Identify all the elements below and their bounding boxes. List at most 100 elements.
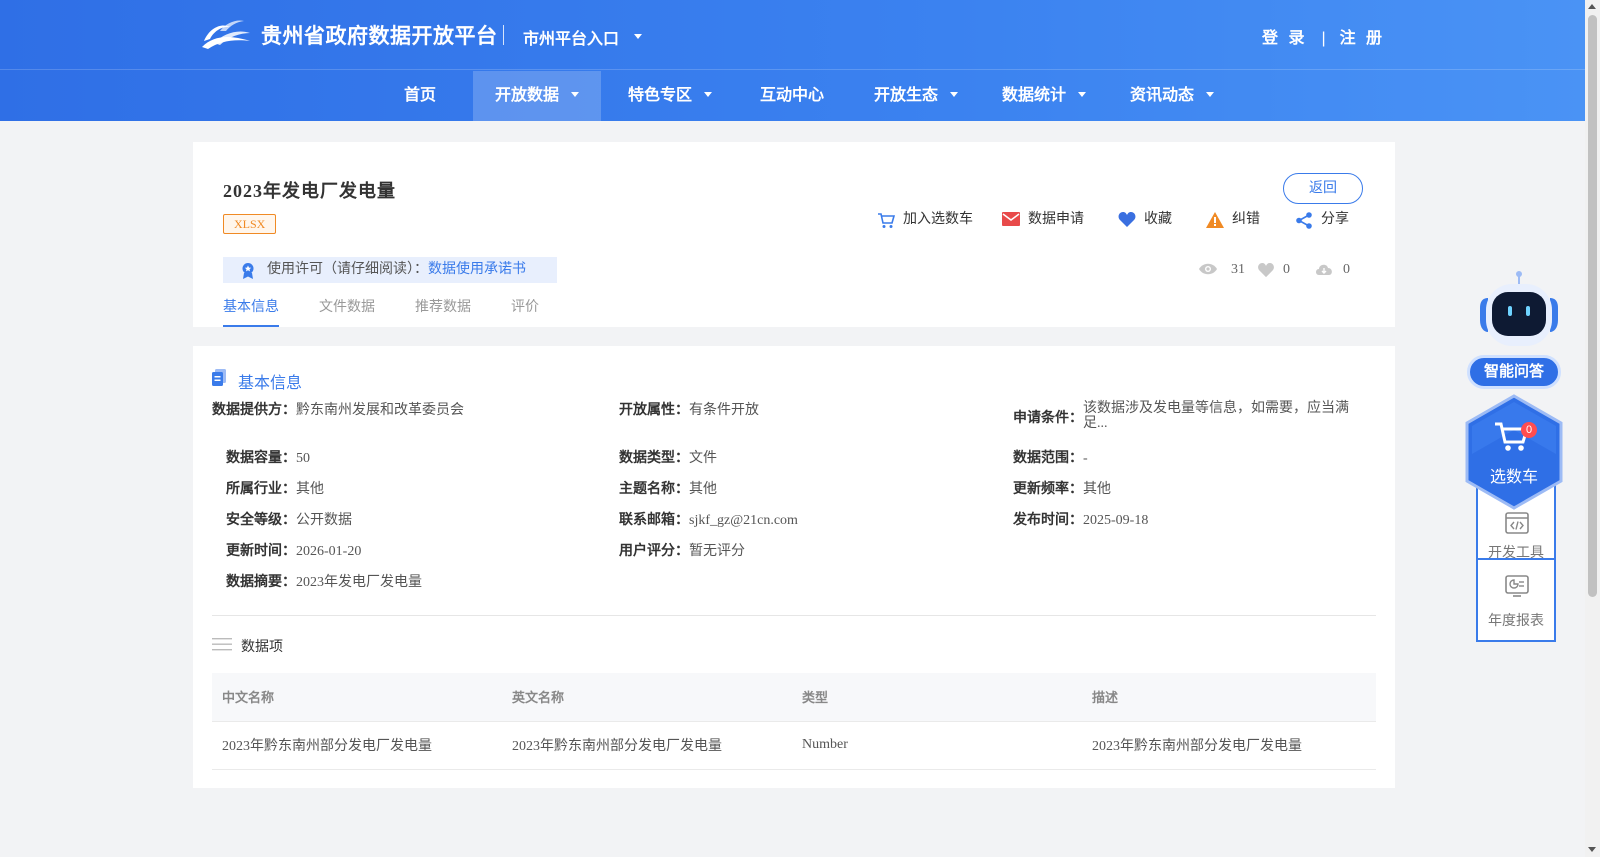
column-header: 描述 — [1082, 673, 1376, 721]
field-industry: 所属行业：其他 — [226, 480, 324, 498]
field-label: 发布时间： — [1013, 511, 1083, 527]
eye-icon — [1199, 263, 1217, 275]
views-count: 31 — [1231, 262, 1245, 277]
scroll-up-arrow-icon[interactable] — [1588, 4, 1596, 9]
field-value: 有条件开放 — [689, 403, 759, 418]
field-label: 安全等级： — [226, 511, 296, 527]
field-email: 联系邮箱：sjkf_gz@21cn.com — [619, 511, 798, 529]
field-capacity: 数据容量：50 — [226, 449, 310, 467]
field-open-attr: 开放属性：有条件开放 — [619, 401, 759, 419]
cart-hexagon-button[interactable] — [1464, 394, 1564, 510]
field-value: 50 — [296, 451, 310, 466]
field-value: 暂无评分 — [689, 544, 745, 559]
document-icon — [212, 369, 226, 386]
nav-label: 数据统计 — [1001, 87, 1066, 104]
chevron-down-icon — [571, 92, 579, 98]
city-platform-label: 市州平台入口 — [523, 31, 620, 48]
tab-file-data[interactable]: 文件数据 — [319, 296, 375, 327]
field-value: 该数据涉及发电量等信息，如需要，应当满足... — [1083, 401, 1349, 431]
column-header: 英文名称 — [502, 673, 792, 721]
report-chart-icon — [1505, 575, 1529, 597]
annual-report-button[interactable]: 年度报表 — [1476, 558, 1556, 642]
field-value: 2025-09-18 — [1083, 513, 1149, 528]
field-value: 其他 — [1083, 482, 1111, 497]
field-summary: 数据摘要：2023年发电厂发电量 — [226, 573, 422, 591]
dataset-header-card: 2023年发电厂发电量 XLSX 返回 加入选数车 数据申请 收藏 纠错 分享 … — [193, 142, 1395, 327]
field-security: 安全等级：公开数据 — [226, 511, 352, 529]
chevron-down-icon — [704, 92, 712, 98]
tab-rating[interactable]: 评价 — [511, 296, 539, 327]
table-cell: 2023年黔东南州部分发电厂发电量 — [1082, 720, 1376, 770]
favorite-label: 收藏 — [1144, 212, 1172, 227]
field-value: 2026-01-20 — [296, 544, 362, 559]
field-label: 申请条件： — [1013, 409, 1083, 425]
tab-recommended[interactable]: 推荐数据 — [415, 296, 471, 327]
heart-icon — [1118, 212, 1136, 227]
page-scrollbar[interactable] — [1585, 0, 1600, 857]
nav-item-ecosystem[interactable]: 开放生态 — [866, 71, 966, 121]
license-bar: 使用许可（请仔细阅读）：数据使用承诺书 — [223, 257, 557, 283]
field-label: 数据容量： — [226, 449, 296, 465]
field-data-type: 数据类型：文件 — [619, 449, 717, 467]
login-link[interactable]: 登 录 — [1262, 30, 1307, 47]
chevron-down-icon — [1078, 92, 1086, 98]
warning-icon — [1206, 212, 1224, 228]
badge-icon — [242, 263, 254, 279]
field-value: 2023年发电厂发电量 — [296, 575, 422, 590]
back-button[interactable]: 返回 — [1283, 173, 1363, 204]
table-cell: Number — [792, 720, 1082, 770]
field-label: 主题名称： — [619, 480, 689, 496]
field-apply-cond-label: 申请条件： — [1013, 409, 1083, 427]
code-icon — [1505, 512, 1529, 534]
chevron-down-icon — [1206, 92, 1214, 98]
city-platform-dropdown[interactable]: 市州平台入口 — [523, 25, 642, 49]
smart-qa-button[interactable]: 智能问答 — [1467, 355, 1561, 389]
nav-item-featured[interactable]: 特色专区 — [620, 71, 720, 121]
data-items-table: 中文名称 英文名称 类型 描述 2023年黔东南州部分发电厂发电量 2023年黔… — [212, 673, 1376, 770]
field-label: 联系邮箱： — [619, 511, 689, 527]
auth-links: 登 录 | 注 册 — [1262, 24, 1385, 48]
nav-item-statistics[interactable]: 数据统计 — [994, 71, 1094, 121]
field-label: 用户评分： — [619, 542, 689, 558]
platform-logo-icon[interactable] — [200, 17, 252, 53]
column-header: 中文名称 — [212, 673, 502, 721]
nav-label: 特色专区 — [627, 87, 692, 104]
nav-item-home[interactable]: 首页 — [388, 71, 452, 121]
column-header: 类型 — [792, 673, 1082, 721]
nav-item-open-data[interactable]: 开放数据 — [473, 71, 601, 121]
auth-separator: | — [1321, 30, 1326, 47]
field-value: 其他 — [689, 482, 717, 497]
share-icon — [1296, 212, 1312, 229]
field-update-time: 更新时间：2026-01-20 — [226, 542, 361, 560]
field-label: 数据提供方： — [212, 401, 296, 417]
license-link[interactable]: 数据使用承诺书 — [428, 262, 526, 277]
nav-label: 开放数据 — [494, 87, 559, 104]
tab-basic-info[interactable]: 基本信息 — [223, 296, 279, 327]
site-title[interactable]: 贵州省政府数据开放平台 — [261, 20, 498, 50]
table-row: 2023年黔东南州部分发电厂发电量 2023年黔东南州部分发电厂发电量 Numb… — [212, 720, 1376, 770]
main-nav: 首页 开放数据 特色专区 互动中心 开放生态 数据统计 资讯动态 — [0, 71, 1585, 121]
floating-sidebar: 智能问答 开发工具 年度报表 0 选数车 — [1464, 270, 1574, 680]
field-value: 其他 — [296, 482, 324, 497]
nav-item-interaction[interactable]: 互动中心 — [752, 71, 832, 121]
register-link[interactable]: 注 册 — [1340, 30, 1385, 47]
report-error-label: 纠错 — [1232, 212, 1260, 227]
chevron-down-icon — [634, 34, 642, 39]
nav-label: 互动中心 — [759, 87, 824, 104]
annual-report-label: 年度报表 — [1488, 614, 1544, 629]
scroll-down-arrow-icon[interactable] — [1588, 847, 1596, 852]
scroll-thumb[interactable] — [1588, 15, 1597, 597]
basic-info-title: 基本信息 — [238, 375, 303, 392]
chevron-down-icon — [950, 92, 958, 98]
header-divider — [503, 25, 504, 45]
cart-icon — [878, 213, 895, 228]
field-rating: 用户评分：暂无评分 — [619, 542, 745, 560]
field-value: 文件 — [689, 451, 717, 466]
table-header-row: 中文名称 英文名称 类型 描述 — [212, 673, 1376, 721]
robot-assistant-icon[interactable] — [1472, 270, 1566, 360]
nav-label: 首页 — [403, 87, 436, 104]
field-apply-cond-value: 该数据涉及发电量等信息，如需要，应当满足... — [1083, 401, 1363, 431]
field-label: 更新频率： — [1013, 480, 1083, 496]
nav-item-news[interactable]: 资讯动态 — [1122, 71, 1222, 121]
section-divider — [212, 615, 1376, 616]
